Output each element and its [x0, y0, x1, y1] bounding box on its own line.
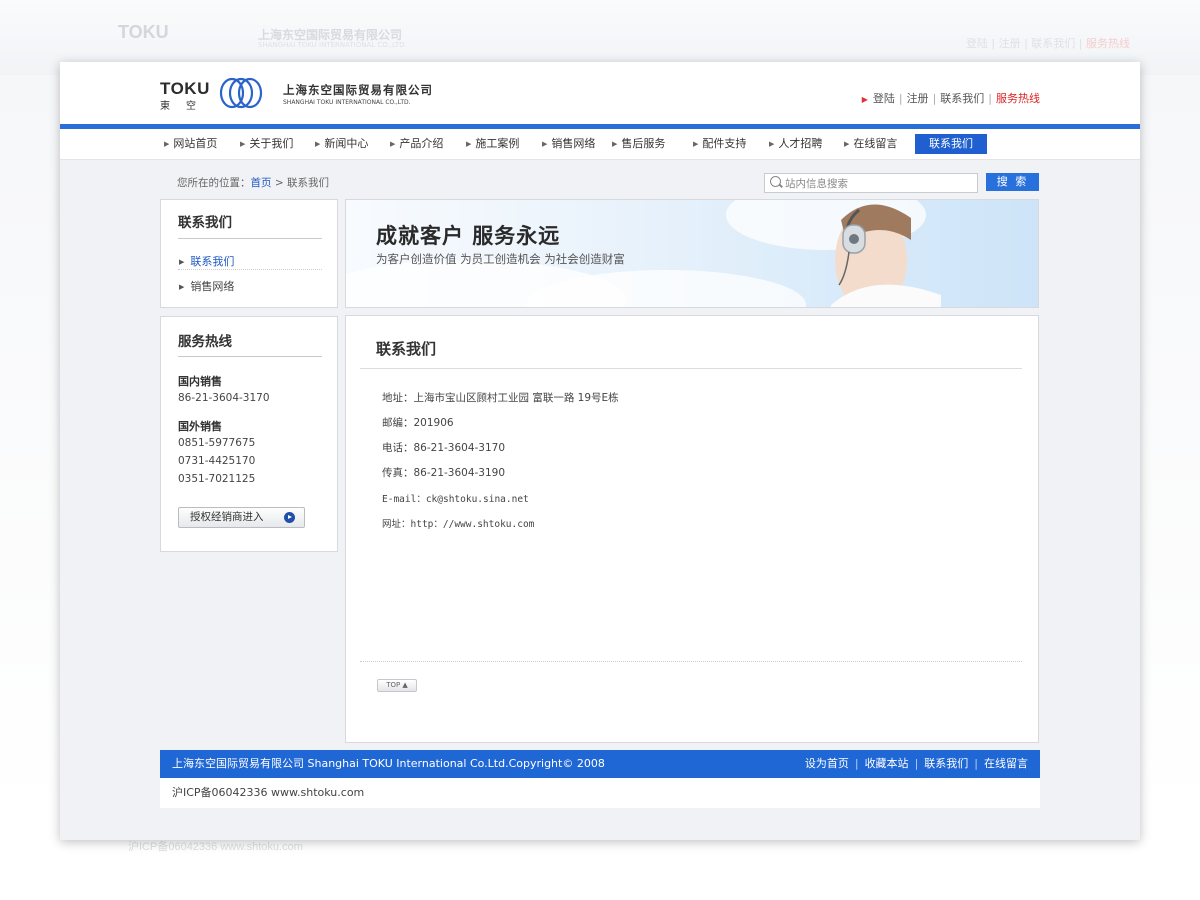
nav-item-home[interactable]: ▶ 网站首页 [164, 134, 217, 154]
reflection-company-en: SHANGHAI TOKU INTERNATIONAL CO.,LTD. [258, 41, 407, 49]
website-frame: TOKU 東空 上海东空国际贸易有限公司 SHANGHAI TOKU INTER… [60, 62, 1140, 840]
banner-title: 成就客户 服务永远 [376, 224, 561, 248]
banner: 成就客户 服务永远 为客户创造价值 为员工创造机会 为社会创造财富 [345, 199, 1039, 308]
footer-link-bookmark[interactable]: 收藏本站 [865, 757, 909, 770]
phone-text: 电话：86-21-3604-3170 [382, 442, 506, 454]
company-name-cn: 上海东空国际贸易有限公司 [283, 83, 433, 97]
foreign-sales-number: 0851-5977675 [178, 437, 256, 449]
main-nav: ▶ 网站首页 ▶ 关于我们 ▶ 新闻中心 ▶ 产品介绍 ▶ 施工案例 ▶ 销售网络 ▶ 售后服… [60, 129, 1140, 160]
breadcrumb-prefix: 您所在的位置： [177, 177, 251, 189]
triangle-icon: ▶ [769, 140, 775, 148]
divider [178, 238, 322, 239]
company-name: 上海东空国际贸易有限公司 SHANGHAI TOKU INTERNATIONAL… [283, 82, 433, 106]
triangle-icon: ▶ [844, 140, 850, 148]
headset-agent-illustration [831, 204, 941, 307]
login-link[interactable]: 登陆 [873, 92, 895, 105]
divider [178, 356, 322, 357]
sidebar-menu: 联系我们 ▶ 联系我们 ▶ 销售网络 [160, 199, 338, 308]
nav-item-about[interactable]: ▶ 关于我们 [240, 134, 293, 154]
company-name-en: SHANGHAI TOKU INTERNATIONAL CO.,LTD. [283, 99, 411, 106]
search-button[interactable]: 搜 索 [986, 173, 1039, 191]
play-arrow-icon [284, 512, 295, 523]
sidebar-item-sales-network[interactable]: ▶ 销售网络 [179, 278, 234, 294]
triangle-icon: ▶ [240, 140, 246, 148]
email-text: E-mail：ck@shtoku.sina.net [382, 494, 529, 505]
logo-text: TOKU [160, 79, 210, 98]
breadcrumb-home-link[interactable]: 首页 [251, 177, 272, 189]
website-text: 网址：http：//www.shtoku.com [382, 519, 535, 530]
reflection-links: 登陆 | 注册 | 联系我们 | 服务热线 [965, 37, 1130, 50]
footer-link-message[interactable]: 在线留言 [984, 757, 1028, 770]
logo-rings-icon [219, 77, 263, 109]
hotline-link[interactable]: 服务热线 [996, 92, 1040, 105]
sidebar-menu-title: 联系我们 [178, 215, 232, 231]
icp-bar: 沪ICP备06042336 www.shtoku.com [160, 778, 1040, 808]
triangle-icon: ▶ [390, 140, 396, 148]
divider [360, 661, 1022, 662]
hotline-title: 服务热线 [178, 334, 232, 350]
copyright-text: 上海东空国际贸易有限公司 Shanghai TOKU International… [172, 757, 605, 770]
banner-subtitle: 为客户创造价值 为员工创造机会 为社会创造财富 [376, 252, 625, 266]
nav-item-message[interactable]: ▶ 在线留言 [844, 134, 897, 154]
nav-item-parts[interactable]: ▶ 配件支持 [693, 134, 746, 154]
dealer-login-button[interactable]: 授权经销商进入 [178, 507, 305, 528]
logo-kanji: 東空 [160, 101, 212, 112]
divider [178, 269, 322, 270]
triangle-icon: ▶ [164, 140, 170, 148]
nav-item-sales-network[interactable]: ▶ 销售网络 [542, 134, 595, 154]
foreign-sales-label: 国外销售 [178, 420, 222, 433]
foreign-sales-number: 0731-4425170 [178, 455, 256, 467]
content-title: 联系我们 [376, 340, 437, 358]
foreign-sales-number: 0351-7021125 [178, 473, 256, 485]
nav-item-products[interactable]: ▶ 产品介绍 [390, 134, 443, 154]
site-header: TOKU 東空 上海东空国际贸易有限公司 SHANGHAI TOKU INTER… [60, 62, 1140, 124]
domestic-sales-label: 国内销售 [178, 375, 222, 388]
site-logo[interactable]: TOKU 東空 [160, 79, 212, 112]
breadcrumb-separator: > [274, 177, 284, 189]
search-icon [770, 176, 781, 187]
nav-item-cases[interactable]: ▶ 施工案例 [466, 134, 519, 154]
address-text: 地址：上海市宝山区顾村工业园 富联一路 19号E栋 [382, 392, 619, 404]
breadcrumb: 您所在的位置：首页 > 联系我们 [177, 175, 329, 190]
contact-link[interactable]: 联系我们 [940, 92, 984, 105]
triangle-icon: ▶ [693, 140, 699, 148]
triangle-icon: ▶ [179, 258, 185, 266]
footer-link-contact[interactable]: 联系我们 [924, 757, 968, 770]
top-links: ▶ 登陆 | 注册 | 联系我们 | 服务热线 [861, 92, 1040, 105]
breadcrumb-current: 联系我们 [287, 177, 329, 189]
register-link[interactable]: 注册 [907, 92, 929, 105]
triangle-icon: ▶ [542, 140, 548, 148]
site-footer: 上海东空国际贸易有限公司 Shanghai TOKU International… [160, 750, 1040, 778]
main-content: 联系我们 地址：上海市宝山区顾村工业园 富联一路 19号E栋 邮编：201906… [345, 315, 1039, 743]
footer-reflection: 沪ICP备06042336 www.shtoku.com [128, 841, 303, 853]
hotline-panel: 服务热线 国内销售 86-21-3604-3170 国外销售 0851-5977… [160, 316, 338, 552]
sidebar-item-contact[interactable]: ▶ 联系我们 [179, 253, 234, 269]
nav-item-jobs[interactable]: ▶ 人才招聘 [769, 134, 822, 154]
reflection-logo: TOKU [118, 22, 169, 42]
fax-text: 传真：86-21-3604-3190 [382, 467, 506, 479]
divider [360, 368, 1022, 369]
triangle-icon: ▶ [612, 140, 618, 148]
search-input[interactable]: 站内信息搜索 [764, 173, 978, 193]
icp-text: 沪ICP备06042336 www.shtoku.com [172, 786, 365, 799]
triangle-icon: ▶ [179, 283, 185, 291]
nav-item-after-sales[interactable]: ▶ 售后服务 [612, 134, 665, 154]
back-to-top-button[interactable]: TOP ▲ [377, 679, 417, 692]
nav-item-contact[interactable]: 联系我们 [915, 134, 987, 154]
zip-text: 邮编：201906 [382, 417, 454, 429]
triangle-icon: ▶ [315, 140, 321, 148]
domestic-sales-number: 86-21-3604-3170 [178, 392, 270, 404]
triangle-icon: ▶ [861, 95, 868, 104]
nav-item-news[interactable]: ▶ 新闻中心 [315, 134, 368, 154]
footer-link-set-home[interactable]: 设为首页 [805, 757, 849, 770]
triangle-icon: ▶ [466, 140, 472, 148]
footer-links: 设为首页 | 收藏本站 | 联系我们 | 在线留言 [804, 757, 1028, 770]
search-placeholder: 站内信息搜索 [785, 178, 848, 190]
